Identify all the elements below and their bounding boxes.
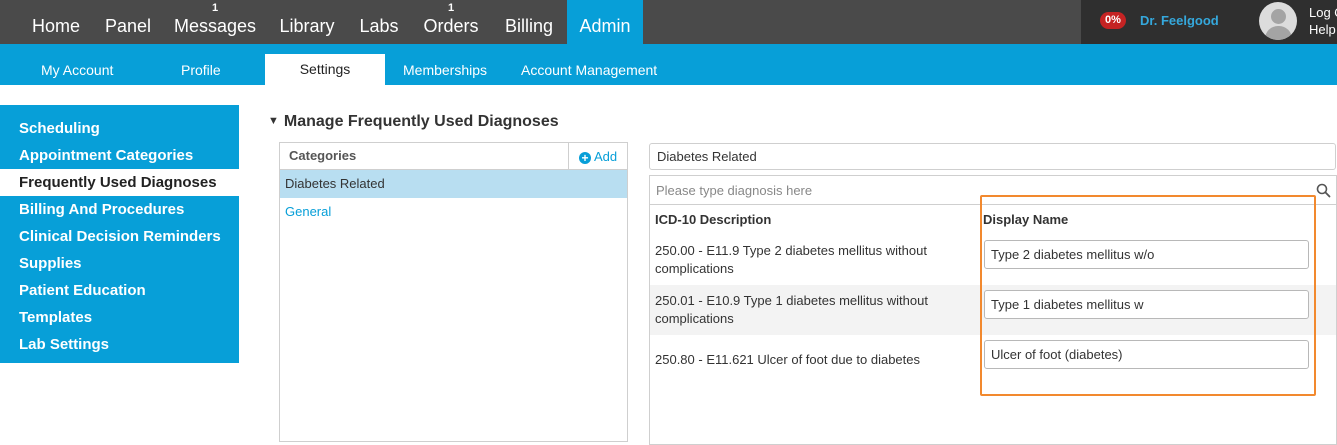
nav-panel[interactable]: Panel (96, 0, 160, 44)
nav-orders-label: Orders (423, 16, 479, 36)
subnav-my-account[interactable]: My Account (41, 44, 113, 85)
sidebar-item-frequently-used-diagnoses[interactable]: Frequently Used Diagnoses (0, 169, 239, 196)
add-category-label: Add (594, 149, 618, 164)
nav-labs-label: Labs (359, 16, 399, 36)
subnav-profile[interactable]: Profile (181, 44, 221, 85)
category-name-input[interactable] (649, 143, 1336, 170)
settings-sidebar: Scheduling Appointment Categories Freque… (0, 105, 239, 363)
nav-home[interactable]: Home (20, 0, 92, 44)
user-bar: 0% Dr. Feelgood Log O Help (1081, 0, 1337, 44)
nav-library[interactable]: Library (270, 0, 344, 44)
display-name-highlight-box (980, 195, 1316, 396)
help-link[interactable]: Help (1309, 22, 1336, 38)
orders-badge: 1 (448, 2, 455, 14)
sub-nav: My Account Profile Settings Memberships … (0, 44, 1337, 85)
collapse-triangle-icon: ▼ (268, 115, 279, 127)
section-title: Manage Frequently Used Diagnoses (283, 113, 559, 130)
nav-billing[interactable]: Billing (494, 0, 564, 44)
nav-billing-label: Billing (504, 16, 554, 36)
logout-link[interactable]: Log O (1309, 5, 1337, 21)
category-item-general[interactable]: General (280, 198, 627, 226)
sidebar-item-lab-settings[interactable]: Lab Settings (0, 331, 239, 358)
subnav-account-management[interactable]: Account Management (521, 44, 657, 85)
percent-badge: 0% (1100, 12, 1126, 29)
categories-header-label: Categories (289, 148, 357, 163)
top-nav: Home Panel 1 Messages Library Labs 1 Ord… (0, 0, 1337, 44)
categories-panel: Categories + Add Diabetes Related General (279, 142, 628, 442)
add-category-button[interactable]: + Add (568, 143, 627, 169)
diagnosis-description: 250.80 - E11.621 Ulcer of foot due to di… (655, 352, 920, 367)
nav-labs[interactable]: Labs (350, 0, 408, 44)
col-header-icd10-description: ICD-10 Description (655, 212, 772, 227)
sidebar-item-clinical-decision-reminders[interactable]: Clinical Decision Reminders (0, 223, 239, 250)
nav-messages[interactable]: 1 Messages (165, 0, 265, 44)
sidebar-item-scheduling[interactable]: Scheduling (0, 115, 239, 142)
search-icon[interactable] (1316, 183, 1331, 198)
nav-orders[interactable]: 1 Orders (414, 0, 488, 44)
sidebar-item-supplies[interactable]: Supplies (0, 250, 239, 277)
subnav-settings[interactable]: Settings (265, 54, 385, 85)
section-header[interactable]: ▼ Manage Frequently Used Diagnoses (268, 110, 559, 133)
diagnosis-description: 250.01 - E10.9 Type 1 diabetes mellitus … (655, 293, 928, 326)
sidebar-item-templates[interactable]: Templates (0, 304, 239, 331)
nav-home-label: Home (31, 16, 80, 36)
nav-messages-label: Messages (173, 16, 257, 36)
sidebar-item-billing-and-procedures[interactable]: Billing And Procedures (0, 196, 239, 223)
avatar[interactable] (1259, 2, 1297, 40)
sidebar-item-appointment-categories[interactable]: Appointment Categories (0, 142, 239, 169)
subnav-memberships[interactable]: Memberships (403, 44, 487, 85)
categories-header: Categories + Add (280, 143, 627, 170)
category-item-diabetes-related[interactable]: Diabetes Related (280, 170, 627, 198)
user-name-link[interactable]: Dr. Feelgood (1140, 12, 1219, 30)
plus-circle-icon: + (579, 152, 591, 164)
nav-admin-label: Admin (579, 16, 631, 36)
avatar-body-shape (1265, 26, 1292, 40)
diagnosis-description: 250.00 - E11.9 Type 2 diabetes mellitus … (655, 243, 927, 276)
nav-library-label: Library (279, 16, 335, 36)
avatar-head-shape (1271, 9, 1286, 24)
messages-badge: 1 (212, 2, 219, 14)
nav-panel-label: Panel (104, 16, 152, 36)
nav-admin[interactable]: Admin (567, 0, 643, 44)
sidebar-item-patient-education[interactable]: Patient Education (0, 277, 239, 304)
